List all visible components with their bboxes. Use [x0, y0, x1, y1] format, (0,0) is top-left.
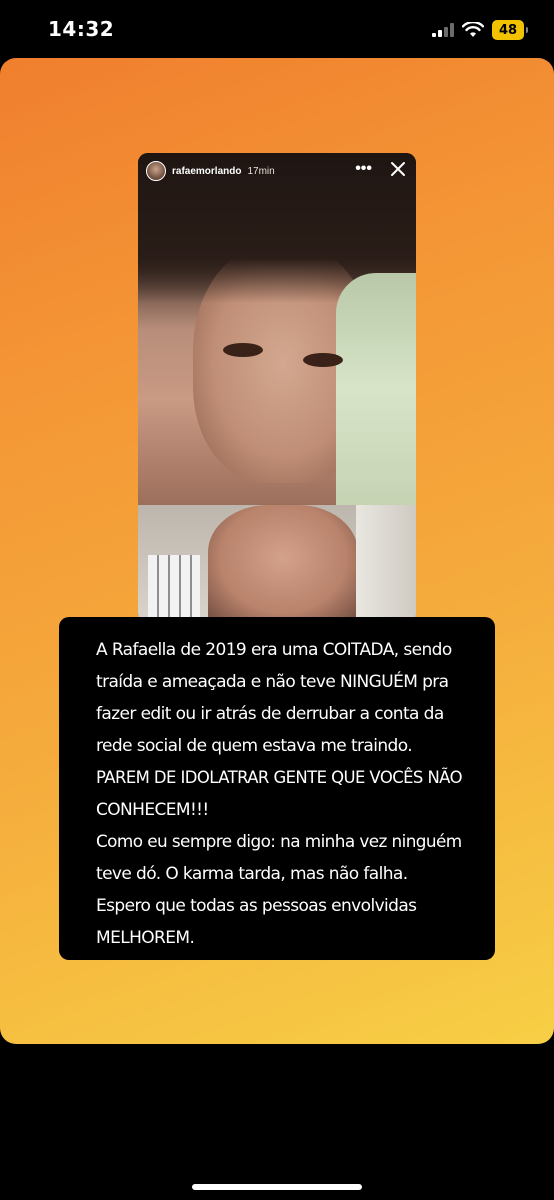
- avatar[interactable]: [146, 161, 166, 181]
- caption-line: A Rafaella de 2019 era uma COITADA, send…: [96, 640, 452, 660]
- caption-line: rede social de quem estava me traindo.: [96, 736, 413, 756]
- caption-text-box: A Rafaella de 2019 era uma COITADA, send…: [59, 617, 495, 960]
- story-username[interactable]: rafaemorlando: [172, 166, 241, 177]
- story-time: 17min: [247, 165, 275, 177]
- close-icon[interactable]: [388, 159, 408, 179]
- right-eye-shape: [303, 353, 343, 367]
- story-header: rafaemorlando 17min •••: [146, 159, 408, 183]
- wifi-icon: [462, 22, 484, 37]
- window-shape: [148, 555, 200, 623]
- more-options-icon[interactable]: •••: [355, 159, 372, 179]
- left-eye-shape: [223, 343, 263, 357]
- status-bar: 14:32 48: [0, 0, 554, 60]
- inner-story-screenshot: rafaemorlando 17min •••: [138, 153, 416, 623]
- caption-line: fazer edit ou ir atrás de derrubar a con…: [96, 704, 444, 724]
- status-icons: 48: [432, 19, 528, 41]
- status-time: 14:32: [48, 17, 115, 41]
- story-photo-top: [138, 153, 416, 505]
- caption-line: PAREM DE IDOLATRAR GENTE QUE VOCÊS NÃO: [96, 768, 463, 788]
- caption-line: Espero que todas as pessoas envolvidas: [96, 896, 417, 916]
- caption-line: MELHOREM.: [96, 928, 195, 948]
- caption-line: teve dó. O karma tarda, mas não falha.: [96, 864, 408, 884]
- story-card[interactable]: rafaemorlando 17min ••• A Rafaella de 20…: [0, 58, 554, 1044]
- pillow-shape: [336, 273, 416, 505]
- caption-line: traída e ameaçada e não teve NINGUÉM pra: [96, 672, 449, 692]
- cellular-signal-icon: [432, 23, 454, 37]
- home-indicator[interactable]: [192, 1184, 362, 1190]
- face-shape-small: [208, 505, 358, 623]
- curtain-shape: [356, 505, 416, 623]
- caption-line: Como eu sempre digo: na minha vez ningué…: [96, 832, 462, 852]
- caption-line: CONHECEM!!!: [96, 800, 209, 820]
- battery-level: 48: [498, 22, 518, 38]
- story-photo-bottom: [138, 505, 416, 623]
- battery-icon: 48: [492, 20, 528, 40]
